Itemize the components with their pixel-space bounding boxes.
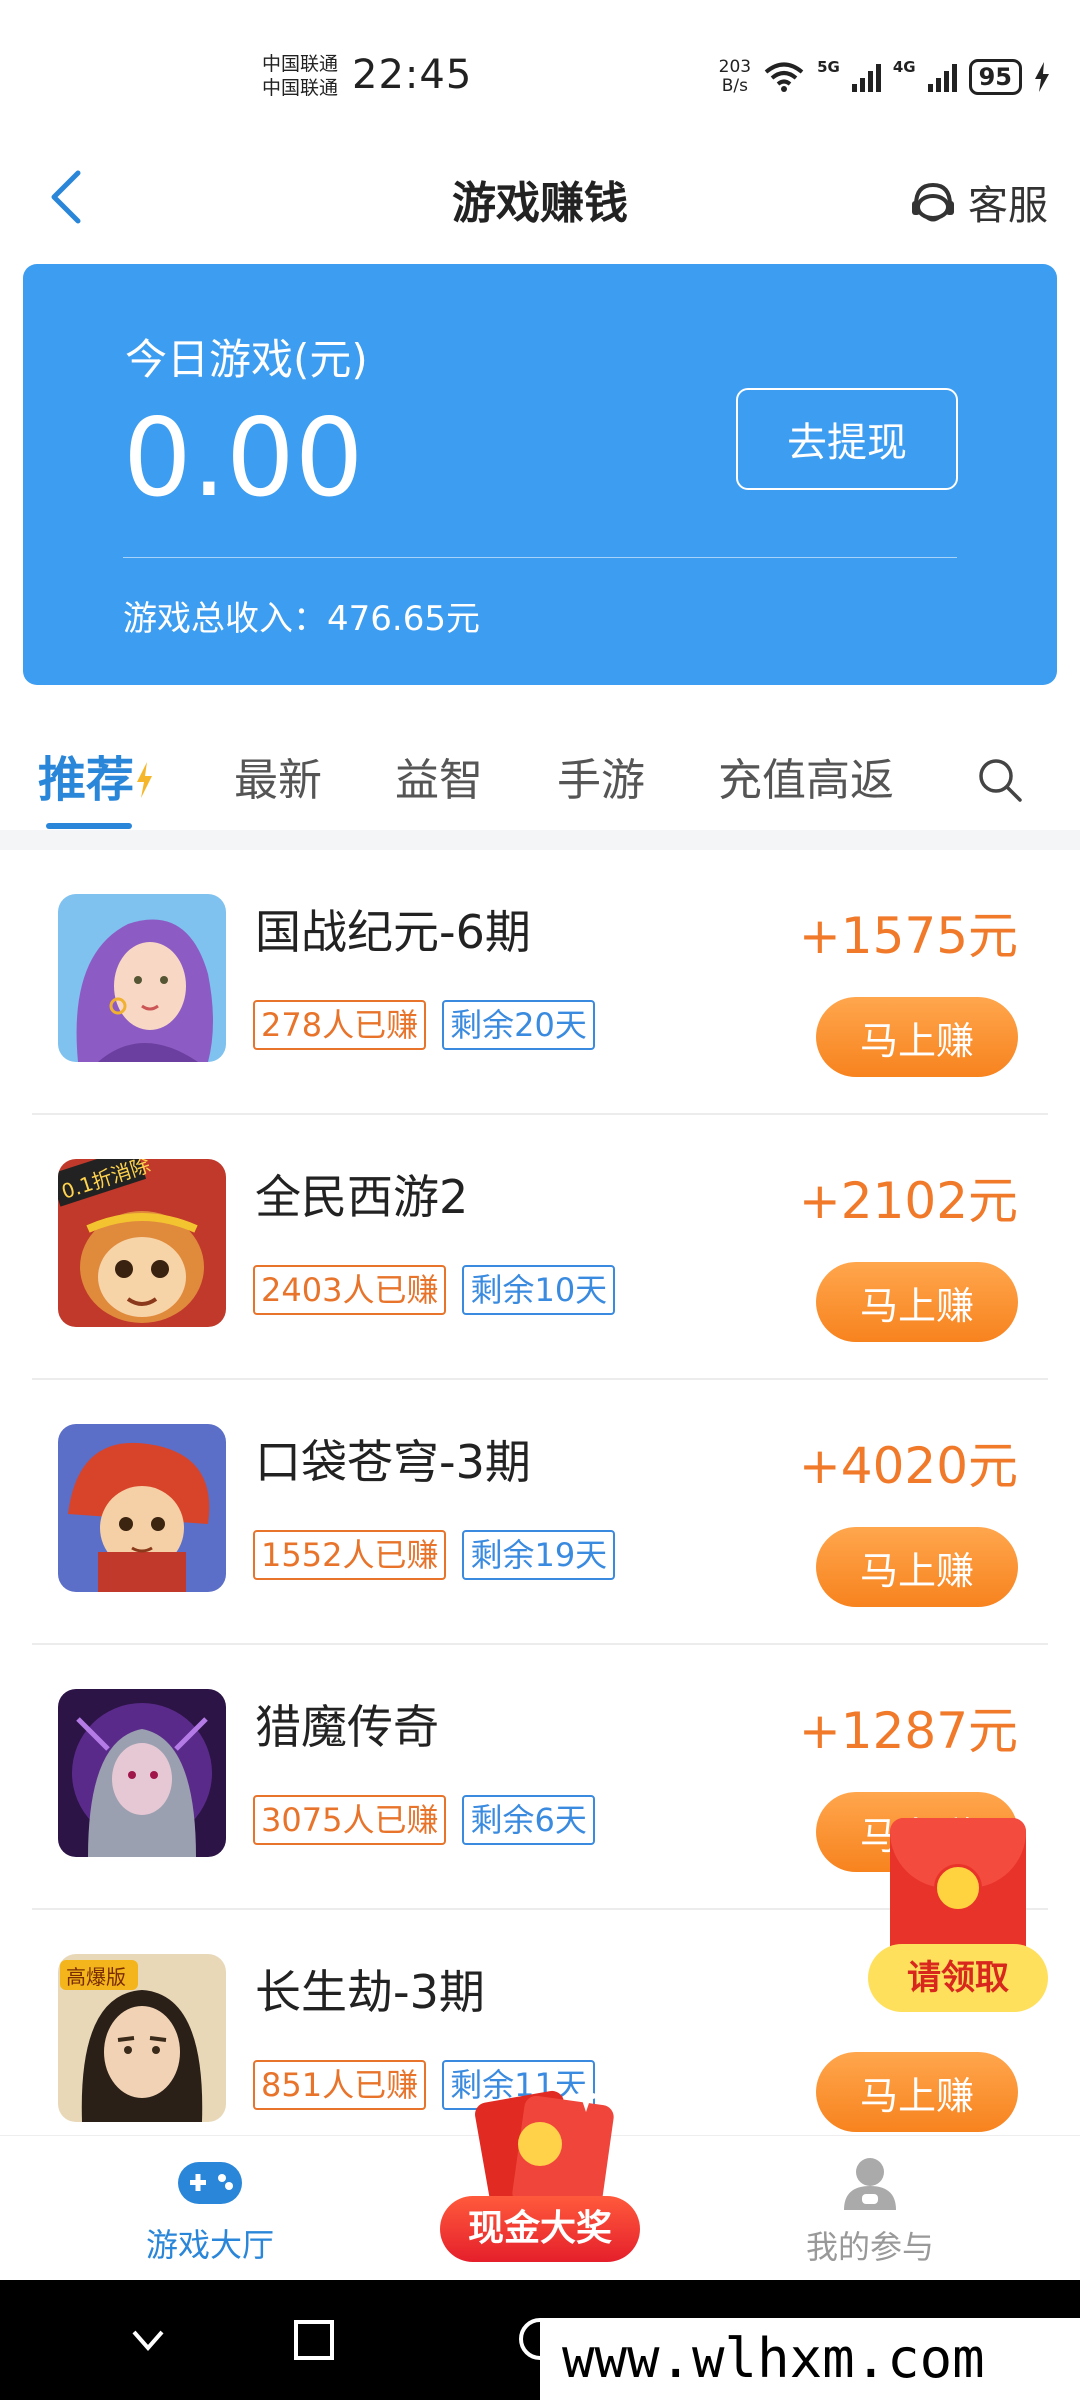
- gamepad-icon: [178, 2162, 242, 2204]
- charging-icon: [1035, 62, 1049, 92]
- bottom-nav: 游戏大厅 现金大奖 我的参与: [0, 2080, 1080, 2280]
- nav-my-participation[interactable]: 我的参与: [740, 2154, 1000, 2268]
- game-reward: +1287元: [798, 1702, 1018, 1760]
- network-speed: 203 B/s: [718, 57, 752, 96]
- carrier-info: 中国联通 中国联通: [262, 52, 338, 100]
- game-reward: +4020元: [798, 1437, 1018, 1495]
- signal-icon-2: [927, 62, 957, 92]
- earned-count-tag: 278人已赚: [253, 1000, 427, 1050]
- nav-cash-prize[interactable]: 现金大奖: [420, 2066, 660, 2276]
- game-name: 猎魔传奇: [255, 1700, 439, 1754]
- category-tabs: 推荐 最新 益智 手游 充值高返: [0, 730, 1080, 830]
- customer-service-label: 客服: [968, 183, 1048, 229]
- total-income: 游戏总收入：476.65元: [123, 599, 480, 639]
- earned-count-tag: 2403人已赚: [253, 1265, 447, 1315]
- days-remaining-tag: 剩余20天: [442, 1000, 595, 1050]
- network-gen-4g: 4G: [892, 58, 916, 76]
- app-screen: 中国联通 中国联通 22:45 203 B/s 5G 4G 95 游戏赚钱 客服…: [0, 0, 1080, 2280]
- tab-puzzle[interactable]: 益智: [395, 744, 483, 808]
- game-thumbnail: [58, 894, 226, 1062]
- game-thumbnail: [58, 1424, 226, 1592]
- headset-icon: [912, 182, 954, 222]
- cash-prize-label: 现金大奖: [440, 2196, 640, 2262]
- game-reward: +1575元: [798, 907, 1018, 965]
- game-thumbnail: 0.1折消除: [58, 1159, 226, 1327]
- game-tags: 278人已赚 剩余20天: [253, 1000, 595, 1050]
- signal-icon: [851, 62, 881, 92]
- earned-count-tag: 851人已赚: [253, 2060, 427, 2110]
- days-remaining-tag: 剩余10天: [462, 1265, 616, 1315]
- game-item[interactable]: 国战纪元-6期 278人已赚 剩余20天 +1575元 马上赚: [0, 850, 1080, 1115]
- envelope-seal-icon: [934, 1864, 982, 1912]
- game-name: 国战纪元-6期: [255, 905, 531, 959]
- watermark: www.wlhxm.com: [540, 2318, 1080, 2400]
- game-tags: 1552人已赚 剩余19天: [253, 1530, 616, 1580]
- carrier-2: 中国联通: [262, 77, 339, 99]
- chevron-down-icon[interactable]: [126, 2318, 170, 2362]
- active-tab-indicator: [46, 823, 132, 829]
- tab-recommended[interactable]: 推荐: [38, 740, 154, 810]
- tab-latest[interactable]: 最新: [234, 744, 322, 808]
- today-earnings-label: 今日游戏(元): [125, 335, 368, 384]
- game-item[interactable]: 0.1折消除 全民西游2 2403人已赚 剩余10天 +2102元 马上赚: [0, 1115, 1080, 1380]
- days-remaining-tag: 剩余6天: [462, 1795, 595, 1845]
- tab-recharge-rebate[interactable]: 充值高返: [718, 744, 894, 808]
- status-time: 22:45: [352, 52, 473, 98]
- search-icon[interactable]: [974, 754, 1026, 806]
- nav-game-hall-label: 游戏大厅: [145, 2226, 274, 2264]
- status-bar: 中国联通 中国联通 22:45 203 B/s 5G 4G 95: [0, 0, 1080, 145]
- carrier-1: 中国联通: [262, 53, 339, 75]
- card-divider: [123, 557, 957, 558]
- earn-now-button[interactable]: 马上赚: [816, 997, 1018, 1077]
- today-earnings-amount: 0.00: [123, 396, 364, 521]
- section-divider: [0, 830, 1080, 850]
- game-tags: 3075人已赚 剩余6天: [253, 1795, 595, 1845]
- game-name: 口袋苍穹-3期: [255, 1435, 531, 1489]
- wifi-icon: [764, 62, 804, 92]
- withdraw-button[interactable]: 去提现: [736, 388, 958, 490]
- battery-indicator: 95: [968, 59, 1022, 95]
- recents-icon[interactable]: [292, 2318, 336, 2362]
- balance-card: 今日游戏(元) 0.00 去提现 游戏总收入：476.65元: [23, 264, 1057, 685]
- game-name: 长生劫-3期: [255, 1965, 485, 2019]
- game-thumbnail: [58, 1689, 226, 1857]
- tab-mobile-games[interactable]: 手游: [557, 744, 645, 808]
- earn-now-button[interactable]: 马上赚: [816, 2052, 1018, 2132]
- nav-game-hall[interactable]: 游戏大厅: [80, 2154, 340, 2266]
- thumb-badge-text: 高爆版: [66, 1965, 126, 1989]
- network-gen-5g: 5G: [817, 58, 840, 76]
- nav-my-participation-label: 我的参与: [805, 2228, 934, 2266]
- lightning-icon: [137, 762, 153, 798]
- game-item[interactable]: 口袋苍穹-3期 1552人已赚 剩余19天 +4020元 马上赚: [0, 1380, 1080, 1645]
- red-envelope-icon: [475, 2080, 614, 2215]
- earned-count-tag: 1552人已赚: [253, 1530, 447, 1580]
- game-name: 全民西游2: [255, 1170, 469, 1224]
- game-reward: +2102元: [798, 1172, 1018, 1230]
- earn-now-button[interactable]: 马上赚: [816, 1527, 1018, 1607]
- red-packet-widget[interactable]: 请领取: [868, 1818, 1048, 2018]
- customer-service-button[interactable]: 客服: [908, 173, 1048, 231]
- game-thumbnail: 高爆版: [58, 1954, 226, 2122]
- claim-label: 请领取: [868, 1944, 1048, 2012]
- earned-count-tag: 3075人已赚: [253, 1795, 447, 1845]
- app-header: 游戏赚钱 客服: [0, 145, 1080, 250]
- user-icon: [844, 2158, 896, 2210]
- days-remaining-tag: 剩余19天: [462, 1530, 616, 1580]
- earn-now-button[interactable]: 马上赚: [816, 1262, 1018, 1342]
- game-tags: 2403人已赚 剩余10天: [253, 1265, 616, 1315]
- status-icons: 203 B/s 5G 4G 95: [719, 58, 1050, 96]
